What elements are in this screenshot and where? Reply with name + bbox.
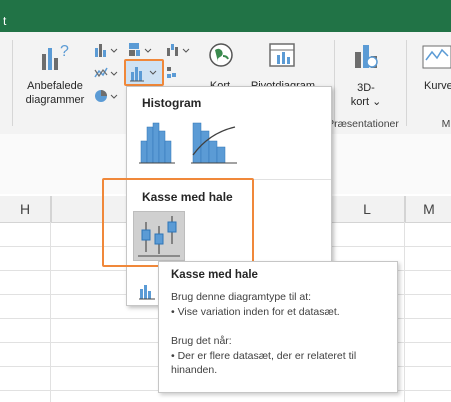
statistic-chart-icon bbox=[130, 67, 157, 82]
chart-tooltip: Kasse med hale Brug denne diagramtype ti… bbox=[158, 261, 398, 393]
pie-chart-icon[interactable] bbox=[94, 88, 120, 104]
tooltip-line3: Brug det når: bbox=[171, 335, 232, 347]
histogram-chart-option[interactable] bbox=[133, 117, 183, 167]
pivot-chart-icon bbox=[269, 43, 295, 67]
statistic-chart-button[interactable] bbox=[124, 59, 164, 86]
ribbon-separator bbox=[12, 40, 13, 126]
sparkline-line-icon bbox=[422, 45, 451, 69]
recommended-line2: diagrammer bbox=[25, 94, 85, 106]
3d-map-line2: kort ⌄ bbox=[350, 96, 382, 108]
3d-map-button[interactable]: 3D- kort ⌄ bbox=[346, 40, 386, 120]
svg-text:?: ? bbox=[60, 43, 69, 60]
column-header-M[interactable]: M bbox=[405, 196, 451, 223]
grid-line bbox=[50, 222, 51, 402]
globe-icon bbox=[209, 43, 233, 67]
3d-map-icon bbox=[355, 45, 378, 68]
histogram-icon bbox=[139, 122, 175, 164]
tooltip-line2: • Vise variation inden for et datasæt. bbox=[171, 306, 340, 318]
histogram-section-title: Histogram bbox=[142, 96, 202, 110]
waterfall-chart-icon[interactable] bbox=[166, 42, 192, 58]
recommended-charts-icon: ? bbox=[42, 43, 69, 70]
hierarchy-chart-icon[interactable] bbox=[128, 42, 154, 58]
recommended-line1: Anbefalede bbox=[27, 80, 83, 92]
box-whisker-highlight bbox=[102, 178, 254, 267]
tooltip-line4: • Der er flere datasæt, der er relateret… bbox=[171, 350, 357, 362]
pareto-chart-option[interactable] bbox=[187, 117, 241, 167]
tooltip-title: Kasse med hale bbox=[171, 269, 258, 281]
ribbon-separator bbox=[406, 40, 407, 126]
grid-line bbox=[404, 222, 405, 402]
tooltip-line1: Brug denne diagramtype til at: bbox=[171, 291, 312, 303]
recommended-charts-button[interactable]: ? Anbefalede diagrammer bbox=[22, 38, 88, 116]
ribbon-separator bbox=[334, 40, 335, 126]
chevron-down-icon: ⌄ bbox=[372, 96, 382, 108]
tooltip-line5: hinanden. bbox=[171, 364, 218, 376]
pareto-icon bbox=[191, 122, 237, 164]
sparkline-line-label: Kurve bbox=[424, 80, 451, 92]
3d-map-line1: 3D- bbox=[357, 82, 375, 94]
group-label-sparklines: M bbox=[441, 118, 451, 130]
title-text: t bbox=[3, 14, 7, 28]
sparkline-line-button[interactable]: Kurve bbox=[418, 40, 451, 96]
line-chart-icon[interactable] bbox=[94, 65, 120, 81]
column-header-H[interactable]: H bbox=[0, 196, 51, 223]
title-bar: t bbox=[0, 0, 451, 32]
column-header-L[interactable]: L bbox=[330, 196, 405, 223]
column-chart-icon[interactable] bbox=[94, 42, 120, 58]
scatter-chart-icon[interactable] bbox=[166, 65, 192, 81]
